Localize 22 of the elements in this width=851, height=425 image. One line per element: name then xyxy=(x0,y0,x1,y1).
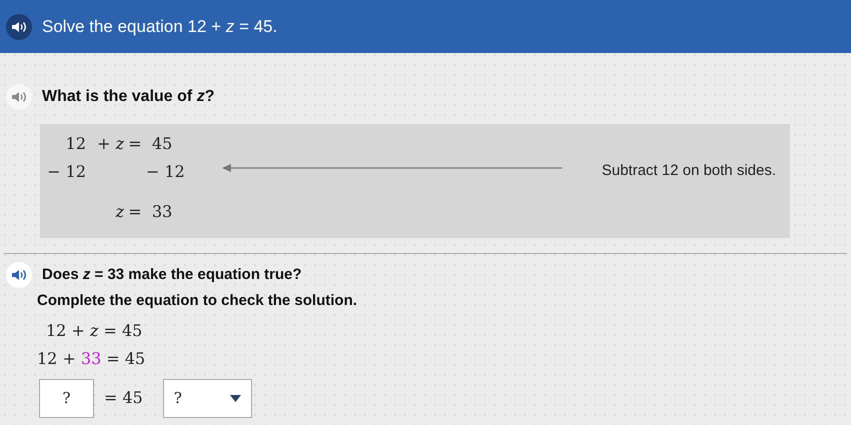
work-term: 33 xyxy=(151,201,174,223)
caret-icon xyxy=(230,394,241,402)
check-question: Does z = 33 make the equation true? xyxy=(42,264,302,285)
speaker-icon[interactable] xyxy=(6,14,32,40)
work-term: = xyxy=(128,133,142,155)
work-term: z xyxy=(116,201,124,223)
step-note: Subtract 12 on both sides. xyxy=(602,161,776,181)
work-term: − 12 xyxy=(146,161,186,183)
question-text: What is the value of z? xyxy=(42,87,214,107)
work-term: 45 xyxy=(151,133,174,155)
equation-rest: = 45 xyxy=(104,387,143,409)
equation-line: 12 + 33 = 45 xyxy=(37,348,146,370)
work-term: + z xyxy=(97,133,124,155)
header-title: Solve the equation 12 + z = 45. xyxy=(42,16,278,38)
work-term: 12 xyxy=(66,133,86,155)
answer-input[interactable]: ? xyxy=(39,378,94,418)
equation-line: 12 + z = 45 xyxy=(46,320,144,342)
work-term: = xyxy=(128,201,142,223)
check-instruction: Complete the equation to check the solution. xyxy=(37,291,358,311)
answer-dropdown[interactable]: ? xyxy=(162,378,252,418)
work-term: − 12 xyxy=(47,161,86,183)
speaker-icon[interactable] xyxy=(6,262,32,288)
